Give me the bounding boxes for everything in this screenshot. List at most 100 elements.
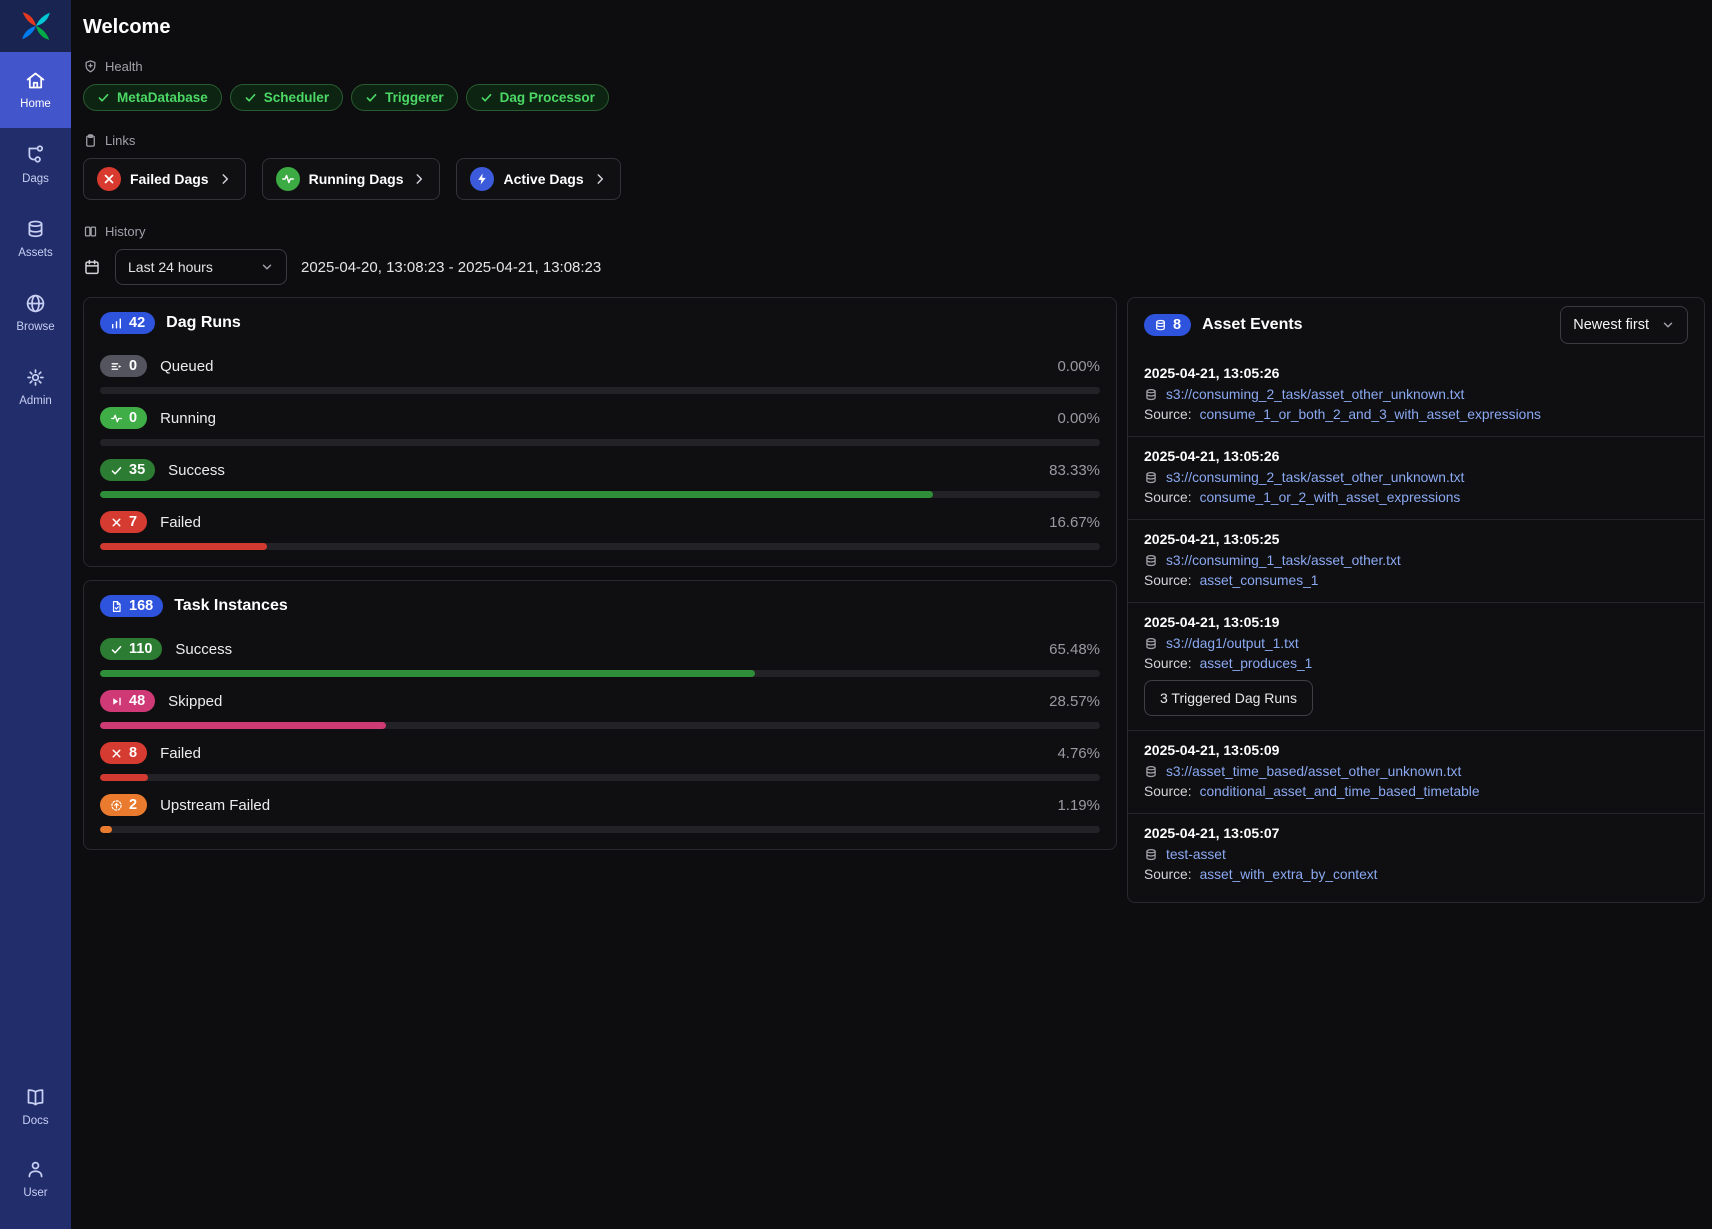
sidebar-spacer [0,424,71,1071]
event-timestamp: 2025-04-21, 13:05:07 [1144,825,1688,841]
home-icon [25,70,46,91]
airflow-pinwheel-icon [19,9,53,43]
failed-badge: 8 [100,742,147,764]
pulse-icon [110,412,123,425]
bar-chart-icon [110,317,123,330]
sidebar-item-label: Dags [22,173,49,185]
source-dag-link[interactable]: conditional_asset_and_time_based_timetab… [1200,784,1480,799]
asset-event-item: 2025-04-21, 13:05:26 s3://consuming_2_ta… [1128,436,1704,519]
pulse-circle-icon [276,167,300,191]
sort-order-select[interactable]: Newest first [1560,306,1688,344]
dag-runs-header: 42 Dag Runs [100,304,1100,342]
health-badge-dag-processor: Dag Processor [466,84,609,111]
queued-badge: 0 [100,355,147,377]
chevron-down-icon [260,260,274,274]
chevron-down-icon [1661,318,1675,332]
history-section-label: History [83,224,1705,239]
time-range-select[interactable]: Last 24 hours [115,249,287,285]
chevron-right-icon [412,172,426,186]
asset-event-item: 2025-04-21, 13:05:25 s3://consuming_1_ta… [1128,519,1704,602]
failed-dags-button[interactable]: Failed Dags [83,158,246,200]
asset-link[interactable]: s3://dag1/output_1.txt [1166,636,1299,651]
page-title: Welcome [83,16,1705,39]
check-icon [244,91,257,104]
source-dag-link[interactable]: asset_consumes_1 [1200,573,1319,588]
health-badges: MetaDatabase Scheduler Triggerer Dag Pro… [83,84,1705,111]
failed-percent: 4.76% [1057,745,1100,762]
sidebar-item-assets[interactable]: Assets [0,202,71,276]
check-icon [110,464,123,477]
asset-events-count-badge: 8 [1144,314,1191,336]
triggered-dag-runs-button[interactable]: 3 Triggered Dag Runs [1144,680,1313,716]
asset-events-column: 8 Asset Events Newest first 2025-04-21, … [1127,297,1705,903]
dag-runs-count-badge: 42 [100,312,155,334]
asset-event-item: 2025-04-21, 13:05:09 s3://asset_time_bas… [1128,730,1704,813]
dag-runs-card: 42 Dag Runs 0 Queued [83,297,1117,567]
task-instances-card: 168 Task Instances 110 Success [83,580,1117,850]
check-icon [97,91,110,104]
browse-icon [25,293,46,314]
admin-gear-icon [25,367,46,388]
stats-column: 42 Dag Runs 0 Queued [83,297,1117,850]
upstream-failed-percent: 1.19% [1057,797,1100,814]
source-dag-link[interactable]: asset_produces_1 [1200,656,1313,671]
clipboard-icon [83,133,98,148]
skipped-progressbar [100,722,1100,729]
user-icon [25,1159,46,1180]
date-range-text: 2025-04-20, 13:08:23 - 2025-04-21, 13:08… [301,259,601,276]
asset-event-item: 2025-04-21, 13:05:26 s3://consuming_2_ta… [1128,354,1704,436]
chevron-right-icon [218,172,232,186]
health-badge-scheduler: Scheduler [230,84,343,111]
asset-events-header: 8 Asset Events Newest first [1128,298,1704,354]
running-badge: 0 [100,407,147,429]
success-badge: 110 [100,638,162,660]
sidebar-bottom-pad [0,1215,71,1229]
asset-link[interactable]: s3://consuming_1_task/asset_other.txt [1166,553,1401,568]
assets-icon [25,219,46,240]
dag-runs-failed-row: 7 Failed 16.67% [100,511,1100,550]
source-dag-link[interactable]: consume_1_or_2_with_asset_expressions [1200,490,1461,505]
event-timestamp: 2025-04-21, 13:05:26 [1144,365,1688,381]
running-dags-button[interactable]: Running Dags [262,158,441,200]
sidebar-item-label: Browse [16,321,54,333]
dags-icon [25,145,46,166]
database-icon [1144,637,1158,651]
source-dag-link[interactable]: asset_with_extra_by_context [1200,867,1378,882]
database-icon [1144,848,1158,862]
sidebar-item-label: Docs [22,1115,48,1127]
sidebar-item-user[interactable]: User [0,1143,71,1215]
docs-book-icon [25,1087,46,1108]
airflow-logo[interactable] [0,0,71,52]
asset-event-item: 2025-04-21, 13:05:07 test-asset Source:a… [1128,813,1704,896]
sidebar-item-admin[interactable]: Admin [0,350,71,424]
calendar-icon [83,258,101,276]
asset-link[interactable]: test-asset [1166,847,1226,862]
asset-link[interactable]: s3://consuming_2_task/asset_other_unknow… [1166,387,1464,402]
task-instances-count-badge: 168 [100,595,163,617]
database-icon [1144,388,1158,402]
sidebar-item-home[interactable]: Home [0,52,71,128]
sidebar-item-browse[interactable]: Browse [0,276,71,350]
active-dags-button[interactable]: Active Dags [456,158,620,200]
failed-percent: 16.67% [1049,514,1100,531]
asset-link[interactable]: s3://consuming_2_task/asset_other_unknow… [1166,470,1464,485]
dag-runs-queued-row: 0 Queued 0.00% [100,355,1100,394]
queued-percent: 0.00% [1057,358,1100,375]
airflow-home-page: Home Dags Assets Browse [0,0,1712,1229]
main-content: Welcome Health MetaDatabase Scheduler Tr… [71,0,1712,1229]
asset-link[interactable]: s3://asset_time_based/asset_other_unknow… [1166,764,1461,779]
history-icon [83,224,98,239]
dag-runs-running-row: 0 Running 0.00% [100,407,1100,446]
check-icon [480,91,493,104]
upstream-failed-icon [110,799,123,812]
success-percent: 65.48% [1049,641,1100,658]
dashboard-grid: 42 Dag Runs 0 Queued [83,297,1705,903]
ti-skipped-row: 48 Skipped 28.57% [100,690,1100,729]
source-dag-link[interactable]: consume_1_or_both_2_and_3_with_asset_exp… [1200,407,1541,422]
bolt-circle-icon [470,167,494,191]
success-percent: 83.33% [1049,462,1100,479]
sidebar-item-dags[interactable]: Dags [0,128,71,202]
x-icon [110,516,123,529]
health-section-label: Health [83,59,1705,74]
sidebar-item-docs[interactable]: Docs [0,1071,71,1143]
